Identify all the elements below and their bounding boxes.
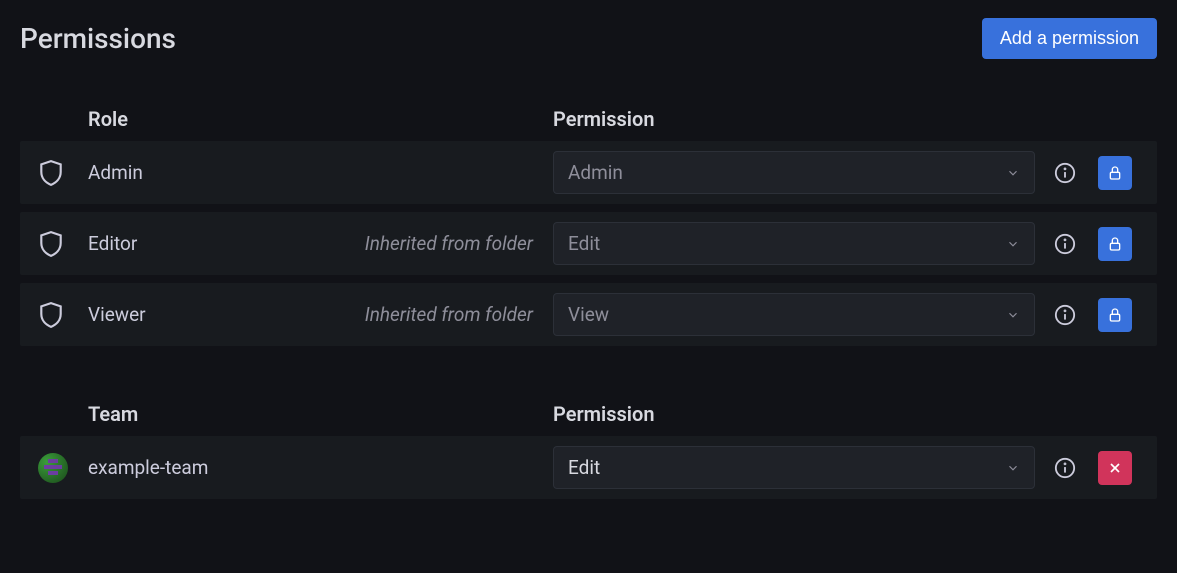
column-header-permission: Permission bbox=[553, 107, 654, 131]
lock-icon bbox=[1107, 235, 1123, 253]
info-icon[interactable] bbox=[1054, 457, 1076, 479]
column-header-team: Team bbox=[88, 402, 553, 426]
info-icon[interactable] bbox=[1054, 304, 1076, 326]
add-permission-button[interactable]: Add a permission bbox=[982, 18, 1157, 59]
shield-icon bbox=[38, 159, 64, 187]
role-row: Viewer Inherited from folder View bbox=[20, 283, 1157, 346]
lock-icon bbox=[1107, 306, 1123, 324]
page-title: Permissions bbox=[20, 22, 176, 55]
remove-button[interactable] bbox=[1098, 451, 1132, 485]
chevron-down-icon bbox=[1006, 237, 1020, 251]
shield-icon bbox=[38, 230, 64, 258]
team-row: example-team Edit bbox=[20, 436, 1157, 499]
permission-select-value: Admin bbox=[568, 161, 623, 184]
permission-select[interactable]: Edit bbox=[553, 446, 1035, 489]
permission-select[interactable]: View bbox=[553, 293, 1035, 336]
close-icon bbox=[1107, 460, 1123, 476]
info-icon[interactable] bbox=[1054, 233, 1076, 255]
role-row: Admin Admin bbox=[20, 141, 1157, 204]
column-header-role: Role bbox=[88, 107, 553, 131]
role-section: Role Permission Admin Admin bbox=[20, 107, 1157, 346]
info-icon[interactable] bbox=[1054, 162, 1076, 184]
column-header-permission: Permission bbox=[553, 402, 654, 426]
lock-button[interactable] bbox=[1098, 227, 1132, 261]
team-section: Team Permission example-team Edit bbox=[20, 402, 1157, 499]
inherited-label: Inherited from folder bbox=[318, 232, 553, 255]
role-row: Editor Inherited from folder Edit bbox=[20, 212, 1157, 275]
role-name: Viewer bbox=[88, 303, 318, 326]
role-name: Admin bbox=[88, 161, 318, 184]
permission-select-value: Edit bbox=[568, 232, 600, 255]
shield-icon bbox=[38, 301, 64, 329]
permission-select-value: Edit bbox=[568, 456, 600, 479]
page-header: Permissions Add a permission bbox=[20, 18, 1157, 59]
permission-select[interactable]: Edit bbox=[553, 222, 1035, 265]
permission-select-value: View bbox=[568, 303, 609, 326]
team-avatar bbox=[38, 453, 68, 483]
chevron-down-icon bbox=[1006, 461, 1020, 475]
team-name: example-team bbox=[88, 456, 318, 479]
lock-icon bbox=[1107, 164, 1123, 182]
role-name: Editor bbox=[88, 232, 318, 255]
inherited-label: Inherited from folder bbox=[318, 303, 553, 326]
permission-select[interactable]: Admin bbox=[553, 151, 1035, 194]
chevron-down-icon bbox=[1006, 166, 1020, 180]
lock-button[interactable] bbox=[1098, 298, 1132, 332]
chevron-down-icon bbox=[1006, 308, 1020, 322]
lock-button[interactable] bbox=[1098, 156, 1132, 190]
